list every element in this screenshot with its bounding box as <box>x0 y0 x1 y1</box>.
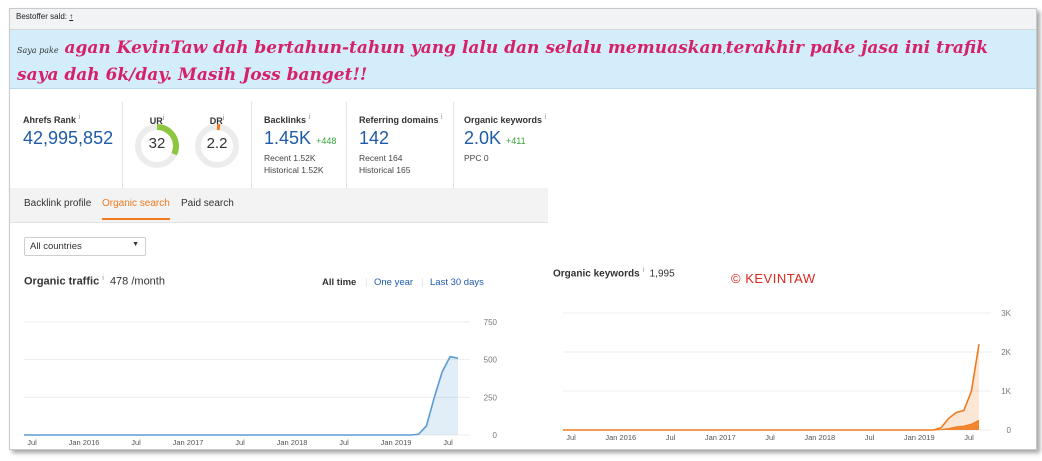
organic-keywords-delta: +411 <box>506 136 526 146</box>
y-tick-label: 0 <box>1007 426 1012 435</box>
series-area <box>563 344 979 430</box>
x-tick-label: Jan 2019 <box>381 438 412 447</box>
x-tick-label: Jan 2018 <box>277 438 308 447</box>
ahrefs-rank-title: Ahrefs Rank i <box>23 114 81 125</box>
backlinks-card: Backlinks i 1.45K +448 Recent 1.52K Hist… <box>251 102 347 188</box>
x-tick-label: Jan 2019 <box>904 433 935 442</box>
watermark-text: © KEVINTAW <box>731 271 816 286</box>
ahrefs-rank-card: Ahrefs Rank i 42,995,852 <box>10 102 123 188</box>
testimonial-prefix: Saya pake <box>17 46 59 55</box>
y-tick-label: 750 <box>484 318 498 327</box>
testimonial-line-1: agan KevinTaw dah bertahun-tahun yang la… <box>64 38 723 58</box>
x-tick-label: Jan 2018 <box>804 433 835 442</box>
organic-keywords-value[interactable]: 2.0K +411 <box>464 128 526 149</box>
ahrefs-rank-value: 42,995,852 <box>23 128 114 148</box>
organic-keywords-card: Organic keywords i 2.0K +411 PPC 0 <box>453 102 548 188</box>
x-tick-label: Jul <box>443 438 453 447</box>
referring-domains-title: Referring domains i <box>359 114 443 125</box>
organic-traffic-panel: All countries ▼ Organic traffic i 478 /m… <box>10 223 510 449</box>
referring-domains-value[interactable]: 142 <box>359 128 389 149</box>
series-area <box>24 356 458 435</box>
x-tick-label: Jul <box>566 433 576 442</box>
x-tick-label: Jan 2016 <box>69 438 100 447</box>
series-line <box>24 355 459 436</box>
series-line <box>563 344 980 431</box>
series-line <box>563 419 980 431</box>
organic-keywords-chart-value: 1,995 <box>649 268 675 280</box>
referring-domains-historical: Historical 165 <box>359 165 411 175</box>
forum-label: Bestoffer sald: ↑ <box>16 12 74 21</box>
tab-paid-search[interactable]: Paid search <box>181 198 234 209</box>
screenshot-frame: Bestoffer sald: ↑ Saya pake agan KevinTa… <box>9 8 1037 450</box>
x-tick-label: Jul <box>27 438 37 447</box>
backlinks-recent: Recent 1.52K <box>264 153 316 163</box>
x-tick-label: Jul <box>765 433 775 442</box>
organic-keywords-heading: Organic keywords i 1,995 <box>553 267 675 279</box>
forum-topbar: Bestoffer sald: ↑ <box>10 9 1036 30</box>
ur-value: 32 <box>148 135 166 152</box>
x-tick-label: Jul <box>131 438 141 447</box>
tab-backlink-profile[interactable]: Backlink profile <box>24 198 91 209</box>
backlinks-historical: Historical 1.52K <box>264 165 324 175</box>
organic-traffic-chart: 750 500 250 0 Jul Jan 2016 Jul Jan 2017 Jul Jan 2… <box>24 318 498 447</box>
rating-gauges-card: URi 32 DRi 2.2 <box>122 102 252 188</box>
x-tick-label: Jul <box>865 433 875 442</box>
y-tick-label: 0 <box>493 431 498 440</box>
backlinks-delta: +448 <box>316 136 337 146</box>
testimonial-banner: Saya pake agan KevinTaw dah bertahun-tah… <box>10 30 1036 89</box>
referring-domains-card: Referring domains i 142 Recent 164 Histo… <box>346 102 454 188</box>
tab-organic-search[interactable]: Organic search <box>102 198 170 220</box>
x-tick-label: Jul <box>964 433 974 442</box>
x-tick-label: Jul <box>339 438 349 447</box>
y-tick-label: 3K <box>1001 309 1011 318</box>
backlinks-value[interactable]: 1.45K +448 <box>264 128 336 149</box>
x-tick-label: Jul <box>666 433 676 442</box>
x-tick-label: Jan 2017 <box>173 438 204 447</box>
y-tick-label: 1K <box>1001 387 1011 396</box>
organic-keywords-chart-title: Organic keywords <box>553 268 640 280</box>
y-tick-label: 500 <box>484 356 498 365</box>
right-panel-header-bg <box>513 226 762 266</box>
dr-value: 2.2 <box>206 135 228 152</box>
testimonial-text: Saya pake agan KevinTaw dah bertahun-tah… <box>17 36 1027 87</box>
organic-keywords-panel: 3K 2K 1K 0 Jul Jan 2016 Jul Jan 2017 Jul Jan 2018… <box>551 267 1035 445</box>
backlinks-title: Backlinks i <box>264 114 311 125</box>
metrics-row: Ahrefs Rank i 42,995,852 URi 32 DRi 2.2 <box>10 102 548 188</box>
series-area <box>563 420 979 430</box>
y-tick-label: 2K <box>1001 348 1011 357</box>
report-tabs: Backlink profile Organic search Paid sea… <box>10 188 548 223</box>
referring-domains-recent: Recent 164 <box>359 153 403 163</box>
x-tick-label: Jul <box>235 438 245 447</box>
topbar-link[interactable]: ↑ <box>69 12 73 21</box>
x-tick-label: Jan 2017 <box>705 433 736 442</box>
y-tick-label: 250 <box>484 393 498 402</box>
info-icon: i <box>642 267 645 274</box>
x-tick-label: Jan 2016 <box>605 433 636 442</box>
organic-keywords-title: Organic keywords i <box>464 114 547 125</box>
organic-keywords-chart: 3K 2K 1K 0 Jul Jan 2016 Jul Jan 2017 Jul Jan 2018… <box>563 309 1012 442</box>
organic-keywords-ppc: PPC 0 <box>464 153 489 163</box>
